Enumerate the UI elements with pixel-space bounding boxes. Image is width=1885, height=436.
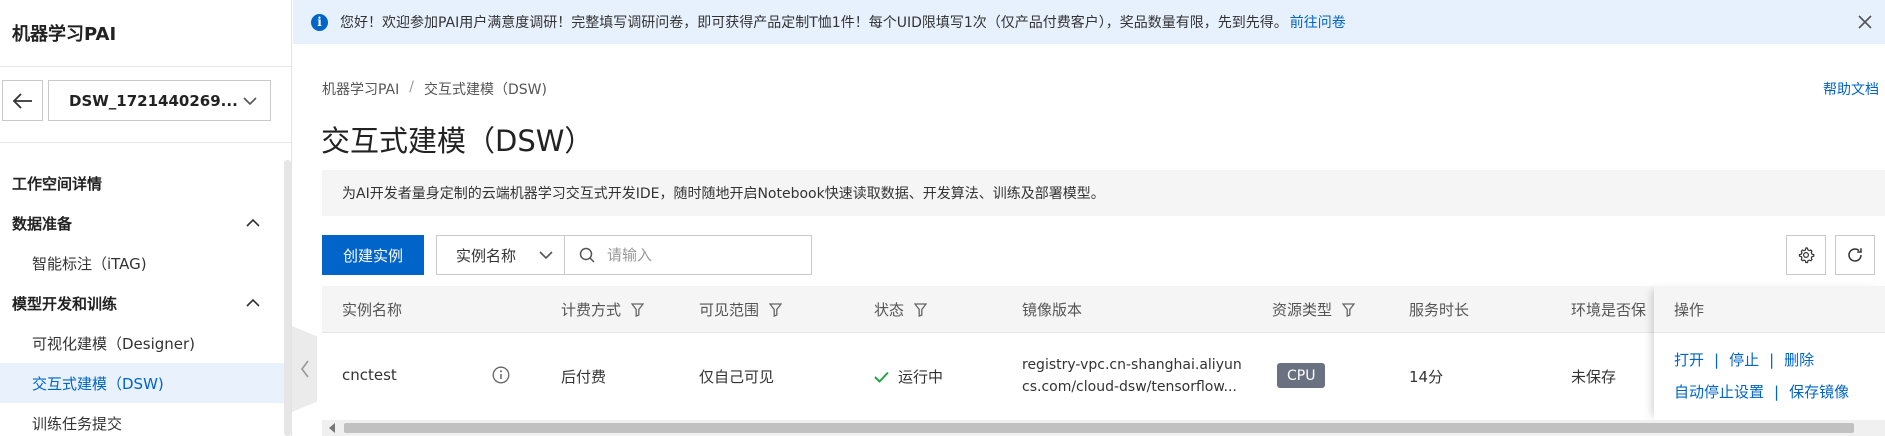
sidebar-item-itag[interactable]: 智能标注（iTAG) <box>0 243 284 283</box>
chevron-down-icon <box>539 251 553 260</box>
chevron-up-icon <box>246 298 260 307</box>
workspace-select-value: DSW_1721440269... <box>69 91 238 110</box>
info-circle-icon[interactable] <box>492 366 510 384</box>
sidebar-item-label: 交互式建模（DSW) <box>32 374 164 393</box>
sidebar-divider <box>0 66 291 67</box>
search-input[interactable] <box>607 246 807 264</box>
sidebar-item-designer[interactable]: 可视化建模（Designer) <box>0 323 284 363</box>
sidebar-item-training-job[interactable]: 训练任务提交 <box>0 403 284 436</box>
column-header-operations: 操作 <box>1654 286 1885 333</box>
breadcrumb-separator: / <box>409 79 414 95</box>
refresh-icon <box>1848 248 1862 262</box>
chevron-left-icon <box>300 360 309 378</box>
status-cell: 运行中 <box>874 366 943 387</box>
arrow-left-icon <box>12 92 32 109</box>
image-version: registry-vpc.cn-shanghai.aliyun cs.com/c… <box>1022 354 1242 398</box>
refresh-button[interactable] <box>1835 235 1875 275</box>
sidebar: 机器学习PAI DSW_1721440269... 工作空间详情 数据准备 智能… <box>0 0 292 436</box>
survey-link[interactable]: 前往问卷 <box>1290 12 1346 32</box>
billing-method: 后付费 <box>561 368 607 386</box>
sidebar-item-label: 数据准备 <box>12 214 73 233</box>
column-header-resource: 资源类型 <box>1272 286 1356 333</box>
instance-name: cnctest <box>342 366 397 384</box>
service-duration: 14分 <box>1409 368 1444 386</box>
search-box <box>565 246 811 264</box>
breadcrumb-item-dsw: 交互式建模（DSW) <box>423 82 547 98</box>
sidebar-collapse-handle[interactable] <box>292 326 317 412</box>
sidebar-item-label: 工作空间详情 <box>12 174 103 193</box>
table-header: 实例名称 计费方式 可见范围 状态 镜像版本 资源类型 服务时长 环境是否保 <box>322 286 1885 333</box>
search-icon <box>579 247 595 263</box>
operations-line-2: 自动停止设置 | 保存镜像 <box>1674 381 1849 402</box>
stop-link[interactable]: 停止 <box>1729 349 1759 370</box>
info-icon: i <box>311 13 328 31</box>
column-header-env-saved: 环境是否保 <box>1571 301 1647 319</box>
workspace-select[interactable]: DSW_1721440269... <box>48 80 271 121</box>
notice-bar: i 您好！欢迎参加PAI用户满意度调研！完整填写调研问卷，即可获得产品定制T恤1… <box>293 0 1885 44</box>
column-header-visibility: 可见范围 <box>699 286 783 333</box>
sidebar-item-label: 可视化建模（Designer) <box>32 334 196 353</box>
save-image-link[interactable]: 保存镜像 <box>1789 381 1849 402</box>
filter-icon[interactable] <box>914 302 928 317</box>
delete-link[interactable]: 删除 <box>1784 349 1814 370</box>
sidebar-item-workspace-detail[interactable]: 工作空间详情 <box>0 163 284 203</box>
operations-line-1: 打开 | 停止 | 删除 <box>1674 349 1814 370</box>
check-icon <box>874 371 889 383</box>
chevron-up-icon <box>246 218 260 227</box>
env-saved-status: 未保存 <box>1571 368 1617 386</box>
column-header-status: 状态 <box>874 286 928 333</box>
operations-column: 操作 打开 | 停止 | 删除 自动停止设置 | 保存镜像 <box>1654 286 1885 420</box>
sidebar-item-dsw[interactable]: 交互式建模（DSW) <box>0 363 284 403</box>
auto-stop-settings-link[interactable]: 自动停止设置 <box>1674 381 1764 402</box>
back-button[interactable] <box>2 80 43 121</box>
column-header-image: 镜像版本 <box>1022 301 1083 319</box>
sidebar-divider <box>0 142 291 143</box>
column-header-billing: 计费方式 <box>561 286 645 333</box>
sidebar-item-label: 智能标注（iTAG) <box>32 254 147 273</box>
column-header-name: 实例名称 <box>342 301 403 319</box>
settings-button[interactable] <box>1786 235 1826 275</box>
resource-type-badge: CPU <box>1277 363 1326 388</box>
close-icon[interactable] <box>1857 14 1873 30</box>
page-description: 为AI开发者量身定制的云端机器学习交互式开发IDE，随时随地开启Notebook… <box>322 170 1885 216</box>
divider: | <box>1714 350 1720 369</box>
horizontal-scrollbar[interactable] <box>322 420 1885 436</box>
sidebar-item-label: 模型开发和训练 <box>12 294 118 313</box>
description-text: 为AI开发者量身定制的云端机器学习交互式开发IDE，随时随地开启Notebook… <box>342 186 1105 202</box>
column-header-duration: 服务时长 <box>1409 301 1470 319</box>
sidebar-group-data-prep[interactable]: 数据准备 <box>0 203 284 243</box>
image-version-line: cs.com/cloud-dsw/tensorflow... <box>1022 379 1237 395</box>
chevron-down-icon <box>243 97 257 106</box>
divider: | <box>1774 382 1780 401</box>
sidebar-title: 机器学习PAI <box>12 24 117 45</box>
scroll-left-arrow-icon[interactable] <box>328 423 336 433</box>
filter-field-value: 实例名称 <box>456 246 517 265</box>
create-instance-button[interactable]: 创建实例 <box>322 235 424 275</box>
visibility-scope: 仅自己可见 <box>699 368 775 386</box>
breadcrumb-item-pai[interactable]: 机器学习PAI <box>322 79 399 99</box>
instance-filter: 实例名称 <box>436 235 812 275</box>
page-title: 交互式建模（DSW） <box>321 124 594 158</box>
help-docs-link[interactable]: 帮助文档 <box>1823 79 1879 99</box>
gear-icon <box>1798 247 1815 264</box>
notice-text: 您好！欢迎参加PAI用户满意度调研！完整填写调研问卷，即可获得产品定制T恤1件！… <box>340 15 1288 31</box>
open-link[interactable]: 打开 <box>1674 349 1704 370</box>
divider: | <box>1769 350 1775 369</box>
scrollbar-thumb[interactable] <box>344 423 1854 433</box>
filter-icon[interactable] <box>631 302 645 317</box>
sidebar-item-label: 训练任务提交 <box>32 414 123 433</box>
breadcrumb: 机器学习PAI / 交互式建模（DSW) <box>322 79 547 99</box>
table-row: cnctest 后付费 仅自己可见 运行中 registry-vpc.cn-sh… <box>322 334 1885 420</box>
sidebar-group-model-dev[interactable]: 模型开发和训练 <box>0 283 284 323</box>
status-text: 运行中 <box>898 368 944 386</box>
filter-icon[interactable] <box>1342 302 1356 317</box>
filter-field-select[interactable]: 实例名称 <box>437 236 565 274</box>
sidebar-scrollbar[interactable] <box>284 160 291 436</box>
image-version-line: registry-vpc.cn-shanghai.aliyun <box>1022 357 1242 373</box>
filter-icon[interactable] <box>769 302 783 317</box>
